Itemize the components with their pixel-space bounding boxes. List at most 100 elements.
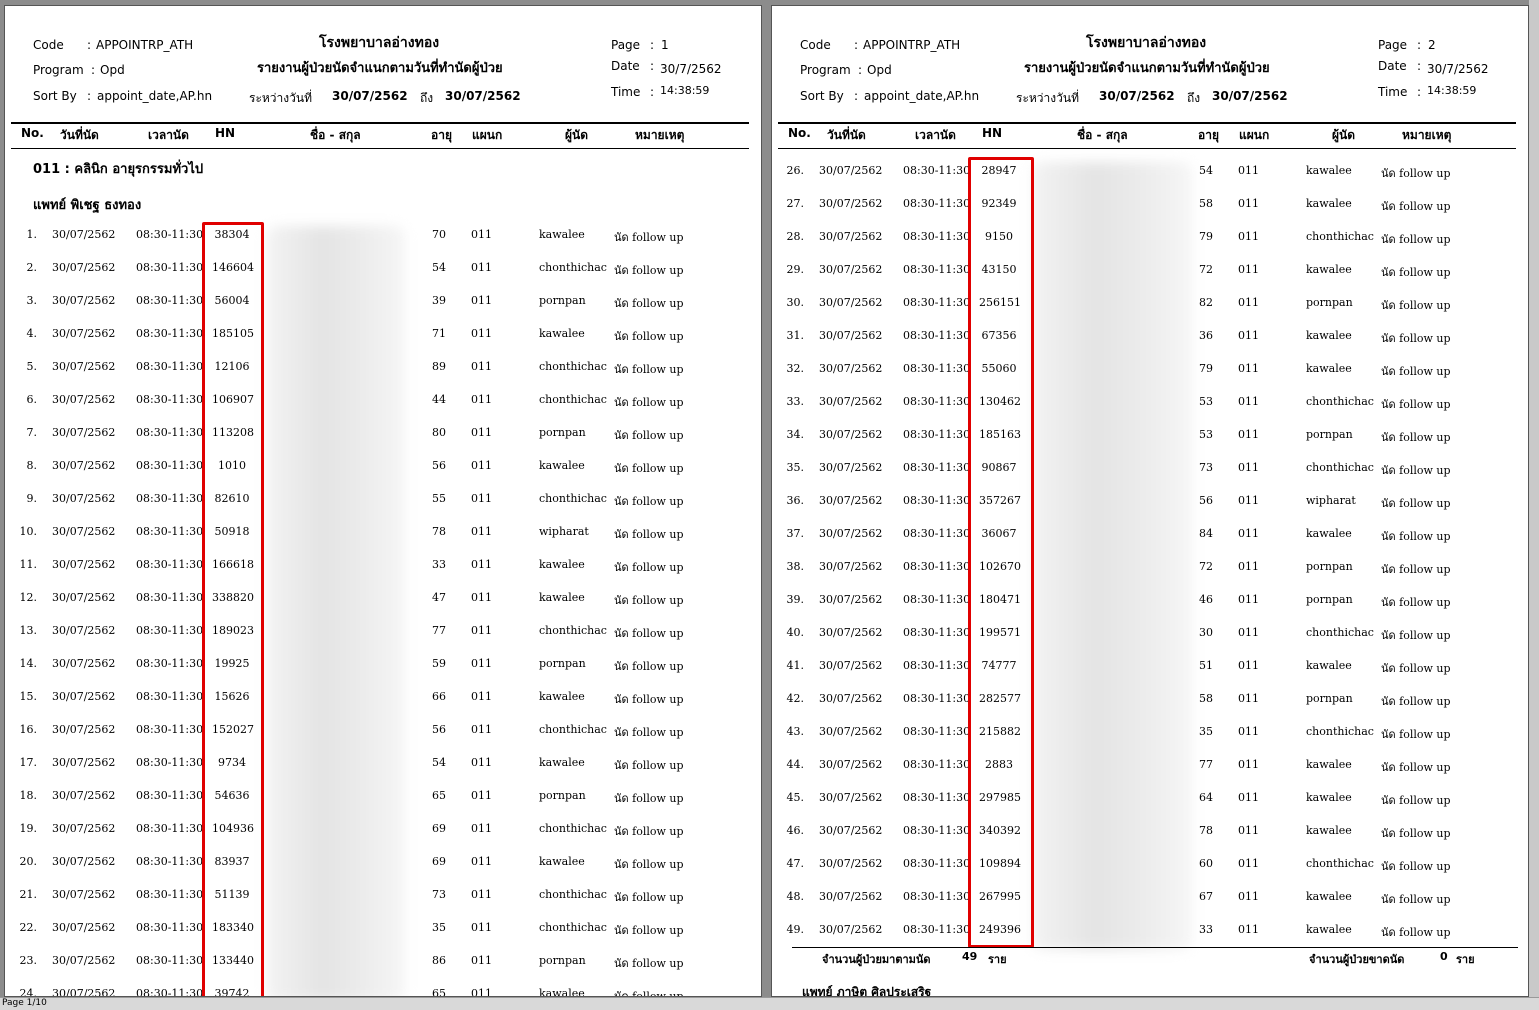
remark: นัด follow up	[614, 627, 684, 640]
appointment-date: 30/07/2562	[52, 261, 116, 274]
row-number: 37.	[786, 527, 805, 540]
patient-age: 65	[432, 789, 446, 802]
summary-missed-value: 0	[1440, 950, 1448, 963]
col-no-header: No.	[788, 126, 811, 140]
hospital-name: โรงพยาบาลอ่างทอง	[319, 35, 440, 51]
range-to: 30/07/2562	[1212, 89, 1288, 103]
appointed-by: chonthichac	[539, 360, 607, 373]
remark: นัด follow up	[1381, 200, 1451, 213]
appointed-by: kawalee	[1306, 329, 1352, 342]
department: 011	[1238, 626, 1259, 639]
patient-age: 84	[1199, 527, 1213, 540]
row-number: 48.	[786, 890, 805, 903]
table-row: 48. 30/07/2562 08:30-11:30 267995 67 011 kawal…	[772, 890, 1528, 910]
appointment-time: 08:30-11:30	[903, 923, 971, 936]
appointment-time: 08:30-11:30	[903, 824, 971, 837]
appointed-by: chonthichac	[539, 822, 607, 835]
appointed-by: chonthichac	[539, 261, 607, 274]
appointment-date: 30/07/2562	[819, 395, 883, 408]
range-to-label: ถึง	[420, 91, 434, 105]
table-row: 46. 30/07/2562 08:30-11:30 340392 78 011 kawal…	[772, 824, 1528, 844]
program-value: Opd	[100, 63, 125, 77]
appointed-by: kawalee	[1306, 824, 1352, 837]
appointment-time: 08:30-11:30	[136, 525, 204, 538]
appointed-by: wipharat	[539, 525, 589, 538]
appointed-by: chonthichac	[539, 624, 607, 637]
appointment-time: 08:30-11:30	[136, 591, 204, 604]
remark: นัด follow up	[1381, 530, 1451, 543]
department: 011	[471, 723, 492, 736]
table-row: 16. 30/07/2562 08:30-11:30 152027 56 011 chont…	[5, 723, 761, 743]
table-row: 10. 30/07/2562 08:30-11:30 50918 78 011 wiphar…	[5, 525, 761, 545]
appointment-date: 30/07/2562	[819, 758, 883, 771]
code-sep: :	[854, 38, 859, 52]
appointment-time: 08:30-11:30	[903, 890, 971, 903]
table-row: 24. 30/07/2562 08:30-11:30 39742 65 011 kawale…	[5, 987, 761, 997]
appointment-time: 08:30-11:30	[136, 690, 204, 703]
hospital-name: โรงพยาบาลอ่างทอง	[1086, 35, 1207, 51]
col-date-header: วันที่นัด	[827, 128, 866, 142]
vertical-scrollbar[interactable]	[1529, 0, 1539, 997]
remark: นัด follow up	[1381, 662, 1451, 675]
code-label: Code	[800, 38, 831, 52]
department: 011	[1238, 527, 1259, 540]
department: 011	[471, 591, 492, 604]
remark: นัด follow up	[614, 330, 684, 343]
appointment-date: 30/07/2562	[819, 230, 883, 243]
patient-age: 44	[432, 393, 446, 406]
appointed-by: kawalee	[1306, 659, 1352, 672]
patient-age: 58	[1199, 692, 1213, 705]
remark: นัด follow up	[614, 462, 684, 475]
appointed-by: pornpan	[1306, 593, 1353, 606]
appointed-by: pornpan	[539, 426, 586, 439]
patient-age: 33	[432, 558, 446, 571]
department: 011	[1238, 329, 1259, 342]
patient-age: 89	[432, 360, 446, 373]
row-number: 6.	[26, 393, 38, 406]
appointed-by: chonthichac	[1306, 395, 1374, 408]
report-page-2: Code: APPOINTRP_ATH Program: Opd Sort By: app…	[771, 5, 1529, 997]
appointment-date: 30/07/2562	[52, 558, 116, 571]
appointed-by: kawalee	[539, 591, 585, 604]
appointment-time: 08:30-11:30	[136, 327, 204, 340]
appointment-date: 30/07/2562	[52, 327, 116, 340]
table-row: 14. 30/07/2562 08:30-11:30 19925 59 011 pornpa…	[5, 657, 761, 677]
appointment-date: 30/07/2562	[52, 393, 116, 406]
row-number: 41.	[786, 659, 805, 672]
appointment-time: 08:30-11:30	[903, 197, 971, 210]
patient-age: 58	[1199, 197, 1213, 210]
col-time-header: เวลานัด	[148, 128, 189, 142]
row-number: 36.	[786, 494, 805, 507]
row-number: 2.	[26, 261, 38, 274]
row-number: 32.	[786, 362, 805, 375]
row-number: 23.	[19, 954, 38, 967]
department: 011	[1238, 296, 1259, 309]
appointed-by: pornpan	[539, 954, 586, 967]
row-number: 29.	[786, 263, 805, 276]
appointment-date: 30/07/2562	[52, 294, 116, 307]
sortby-sep: :	[87, 89, 92, 103]
time-value: 14:38:59	[660, 84, 710, 97]
remark: นัด follow up	[1381, 827, 1451, 840]
summary-unit-2: ราย	[1456, 953, 1475, 966]
time-label: Time	[1378, 85, 1408, 99]
row-number: 15.	[19, 690, 38, 703]
appointment-time: 08:30-11:30	[903, 329, 971, 342]
table-row: 47. 30/07/2562 08:30-11:30 109894 60 011 chont…	[772, 857, 1528, 877]
department: 011	[471, 261, 492, 274]
table-row: 45. 30/07/2562 08:30-11:30 297985 64 011 kawal…	[772, 791, 1528, 811]
row-number: 10.	[19, 525, 38, 538]
appointment-time: 08:30-11:30	[903, 395, 971, 408]
appointment-date: 30/07/2562	[52, 987, 116, 997]
table-row: 11. 30/07/2562 08:30-11:30 166618 33 011 kawal…	[5, 558, 761, 578]
hn-highlight-box	[968, 157, 1034, 948]
col-name-header: ชื่อ - สกุล	[1077, 128, 1128, 142]
appointed-by: pornpan	[1306, 296, 1353, 309]
department: 011	[471, 921, 492, 934]
appointed-by: pornpan	[539, 657, 586, 670]
patient-age: 33	[1199, 923, 1213, 936]
appointment-time: 08:30-11:30	[136, 657, 204, 670]
remark: นัด follow up	[614, 759, 684, 772]
department: 011	[471, 459, 492, 472]
patient-age: 54	[1199, 164, 1213, 177]
